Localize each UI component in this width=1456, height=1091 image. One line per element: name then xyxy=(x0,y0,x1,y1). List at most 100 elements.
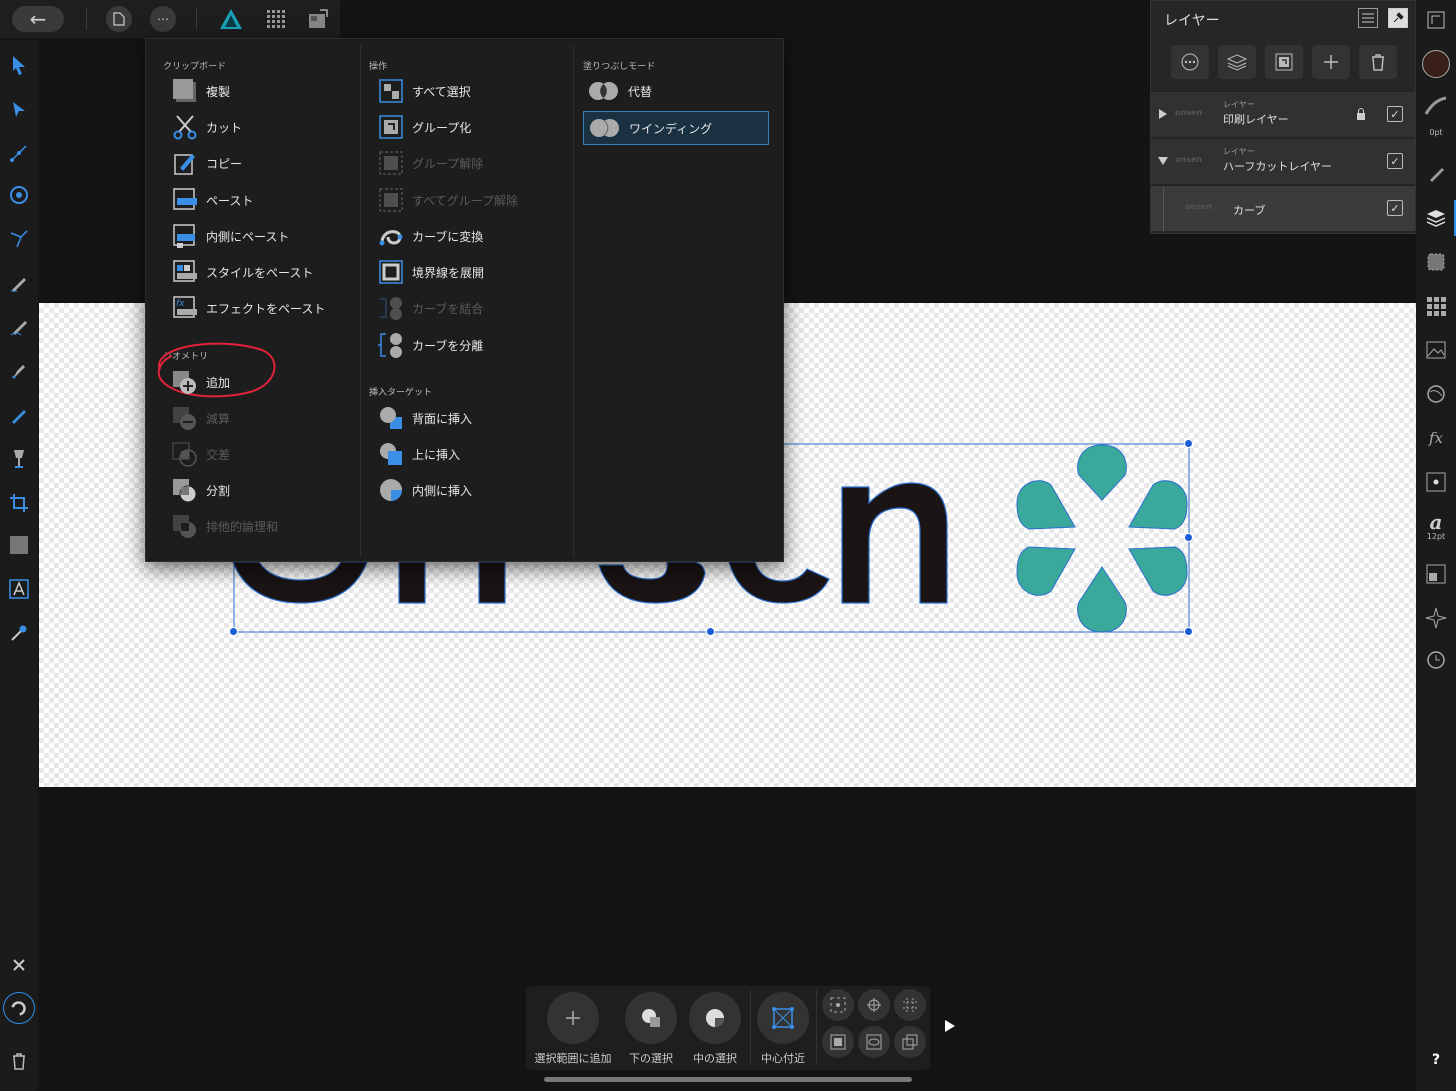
layer-row-half-cut[interactable]: onsen レイヤー ハーフカットレイヤー ✓ xyxy=(1151,138,1415,184)
transparency-tool[interactable] xyxy=(6,446,32,472)
layer-row-curve[interactable]: onsen カーブ ✓ xyxy=(1151,185,1415,232)
delete-button[interactable] xyxy=(6,1048,32,1074)
geometry-xor-icon xyxy=(172,513,198,539)
node-tool[interactable] xyxy=(6,96,32,122)
appearance-panel-button[interactable] xyxy=(1422,248,1450,276)
selection-handle[interactable] xyxy=(1184,533,1193,542)
brushes-panel-button[interactable] xyxy=(1422,160,1450,188)
selection-handle[interactable] xyxy=(229,627,238,636)
menu-item-intersect[interactable]: 交差 xyxy=(172,439,230,469)
menu-item-insert-behind[interactable]: 背面に挿入 xyxy=(378,403,472,433)
fill-tool[interactable] xyxy=(6,402,32,428)
vector-brush-tool[interactable] xyxy=(6,314,32,340)
menu-item-join-curves[interactable]: カーブを結合 xyxy=(378,293,483,323)
menu-item-cut[interactable]: カット xyxy=(172,112,242,142)
pencil-tool[interactable] xyxy=(6,270,32,296)
snapping-button[interactable] xyxy=(3,992,35,1024)
layer-visibility-checkbox[interactable]: ✓ xyxy=(1387,200,1403,216)
menu-item-paste-inside[interactable]: 内側にペースト xyxy=(172,221,289,251)
back-button[interactable]: ← xyxy=(12,6,64,32)
separate-curves-icon xyxy=(378,332,404,358)
menu-item-convert-to-curves[interactable]: カーブに変換 xyxy=(378,221,483,251)
lock-icon[interactable] xyxy=(1356,108,1366,120)
pixel-persona-button[interactable] xyxy=(264,8,288,30)
pin-panel-button[interactable] xyxy=(1388,8,1408,28)
menu-item-duplicate[interactable]: 複製 xyxy=(172,76,230,106)
add-layer-button[interactable] xyxy=(1312,45,1350,79)
menu-item-separate-curves[interactable]: カーブを分離 xyxy=(378,330,483,360)
designer-persona-button[interactable] xyxy=(218,7,244,31)
select-under-button[interactable] xyxy=(625,992,677,1044)
select-inside-button[interactable] xyxy=(689,992,741,1044)
alternate-fill-icon xyxy=(588,78,620,104)
menu-item-paste-effects[interactable]: fx エフェクトをペースト xyxy=(172,293,325,323)
add-layer-stack-button[interactable] xyxy=(1218,45,1256,79)
more-button[interactable]: ⋯ xyxy=(150,6,176,32)
menu-item-xor[interactable]: 排他的論理和 xyxy=(172,511,278,541)
stroke-panel-button[interactable] xyxy=(1422,92,1450,120)
expand-arrow-icon[interactable] xyxy=(1158,108,1168,120)
menu-item-group[interactable]: グループ化 xyxy=(378,112,471,142)
layers-panel-button[interactable] xyxy=(1422,204,1450,232)
help-button[interactable]: ? xyxy=(1422,1046,1450,1074)
panel-menu-button[interactable] xyxy=(1358,8,1378,28)
menu-item-ungroup-all[interactable]: すべてグループ解除 xyxy=(378,185,518,215)
effects-panel-button[interactable]: fx xyxy=(1422,424,1450,452)
navigator-panel-button[interactable] xyxy=(1422,380,1450,408)
menu-item-subtract[interactable]: 減算 xyxy=(172,403,230,433)
color-swatch[interactable] xyxy=(1422,50,1450,78)
collapse-arrow-icon[interactable] xyxy=(1157,156,1169,166)
snap-option-button-6[interactable] xyxy=(894,1026,926,1058)
add-to-selection-button[interactable]: + xyxy=(547,992,599,1044)
eyedropper-tool[interactable] xyxy=(6,620,32,646)
document-button[interactable] xyxy=(106,6,132,32)
text-tool[interactable] xyxy=(6,576,32,602)
mask-layer-button[interactable] xyxy=(1265,45,1303,79)
transform-panel-button[interactable] xyxy=(1422,468,1450,496)
stock-panel-button[interactable] xyxy=(1422,336,1450,364)
menu-item-add[interactable]: 追加 xyxy=(172,367,230,397)
menu-item-paste[interactable]: ペースト xyxy=(172,185,253,215)
snapping-panel-button[interactable] xyxy=(1422,604,1450,632)
history-panel-button[interactable] xyxy=(1422,646,1450,674)
point-transform-tool[interactable] xyxy=(6,140,32,166)
menu-item-insert-above[interactable]: 上に挿入 xyxy=(378,439,460,469)
menu-item-insert-inside[interactable]: 内側に挿入 xyxy=(378,475,472,505)
menu-item-expand-stroke[interactable]: 境界線を展開 xyxy=(378,257,484,287)
swatches-panel-button[interactable] xyxy=(1422,292,1450,320)
studio-toggle-button[interactable] xyxy=(1422,6,1450,34)
layer-row-print[interactable]: onsen レイヤー 印刷レイヤー ✓ xyxy=(1151,91,1415,137)
layer-visibility-checkbox[interactable]: ✓ xyxy=(1387,106,1403,122)
close-button[interactable] xyxy=(6,952,32,978)
snap-option-button-2[interactable] xyxy=(858,989,890,1021)
menu-item-label: カーブに変換 xyxy=(412,229,484,244)
selection-handle[interactable] xyxy=(1184,439,1193,448)
pen-tool[interactable] xyxy=(6,358,32,384)
snap-option-button-3[interactable] xyxy=(894,989,926,1021)
export-persona-button[interactable] xyxy=(306,8,330,30)
layer-options-button[interactable] xyxy=(1171,45,1209,79)
contour-tool[interactable] xyxy=(6,226,32,252)
menu-item-fill-alternate[interactable]: 代替 xyxy=(588,76,652,106)
constraints-panel-button[interactable] xyxy=(1422,560,1450,588)
menu-item-ungroup[interactable]: グループ解除 xyxy=(378,148,483,178)
snap-option-button-1[interactable] xyxy=(822,989,854,1021)
layer-visibility-checkbox[interactable]: ✓ xyxy=(1387,153,1403,169)
snap-option-button-4[interactable] xyxy=(822,1026,854,1058)
menu-item-copy[interactable]: コピー xyxy=(172,148,242,178)
snap-option-button-5[interactable] xyxy=(858,1026,890,1058)
selection-handle[interactable] xyxy=(706,627,715,636)
move-tool[interactable] xyxy=(6,52,32,78)
corner-tool[interactable] xyxy=(6,182,32,208)
menu-item-select-all[interactable]: すべて選択 xyxy=(378,76,471,106)
divider xyxy=(196,8,197,30)
delete-layer-button[interactable] xyxy=(1359,45,1397,79)
menu-item-divide[interactable]: 分割 xyxy=(172,475,230,505)
center-near-button[interactable] xyxy=(757,992,809,1044)
more-options-arrow[interactable] xyxy=(944,1018,956,1037)
rectangle-tool[interactable] xyxy=(6,532,32,558)
selection-handle[interactable] xyxy=(1184,627,1193,636)
menu-item-paste-style[interactable]: スタイルをペースト xyxy=(172,257,313,287)
menu-item-fill-winding[interactable]: ワインディング xyxy=(583,111,769,145)
crop-tool[interactable] xyxy=(6,490,32,516)
